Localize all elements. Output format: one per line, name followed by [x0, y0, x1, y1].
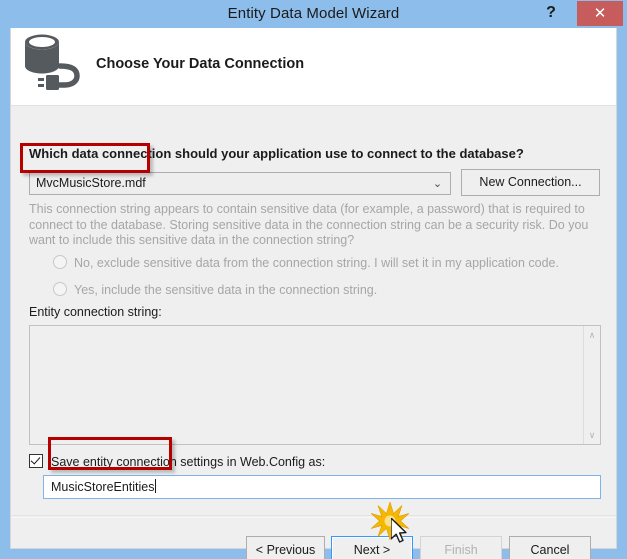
- save-settings-checkbox-row[interactable]: Save entity connection settings in Web.C…: [29, 454, 325, 470]
- finish-button[interactable]: Finish: [420, 536, 502, 559]
- help-icon[interactable]: ?: [537, 0, 565, 26]
- scroll-down-icon[interactable]: ∨: [584, 427, 600, 443]
- radio-icon: [53, 282, 67, 296]
- scroll-up-icon[interactable]: ∧: [584, 327, 600, 343]
- entities-name-value: MusicStoreEntities: [51, 480, 155, 494]
- entities-name-input[interactable]: MusicStoreEntities: [43, 475, 601, 499]
- textarea-scrollbar[interactable]: ∧ ∨: [583, 326, 600, 444]
- data-connection-value: MvcMusicStore.mdf: [36, 176, 146, 190]
- entity-connection-string-label: Entity connection string:: [29, 305, 162, 319]
- radio-include-sensitive-data[interactable]: Yes, include the sensitive data in the c…: [53, 281, 377, 299]
- cancel-button[interactable]: Cancel: [509, 536, 591, 559]
- new-connection-button[interactable]: New Connection...: [461, 169, 600, 196]
- wizard-header: Choose Your Data Connection: [11, 28, 616, 106]
- sensitive-data-description: This connection string appears to contai…: [29, 202, 589, 247]
- footer-separator-highlight: [11, 517, 616, 518]
- radio-exclude-sensitive-data[interactable]: No, exclude sensitive data from the conn…: [53, 254, 559, 272]
- chevron-down-icon[interactable]: ⌄: [431, 178, 444, 191]
- radio-icon: [53, 255, 67, 269]
- save-settings-label: Save entity connection settings in Web.C…: [51, 455, 326, 469]
- window-title: Entity Data Model Wizard: [227, 5, 400, 22]
- entity-data-model-wizard-window: Entity Data Model Wizard ? ✕ Choose Your…: [0, 0, 627, 559]
- radio-include-label: Yes, include the sensitive data in the c…: [74, 283, 378, 297]
- page-title: Choose Your Data Connection: [96, 56, 305, 72]
- title-bar[interactable]: Entity Data Model Wizard ? ✕: [0, 0, 627, 28]
- checkbox-icon[interactable]: [29, 454, 43, 468]
- close-icon[interactable]: ✕: [577, 1, 623, 26]
- previous-button[interactable]: < Previous: [246, 536, 325, 559]
- dialog-client-area: Choose Your Data Connection Which data c…: [10, 28, 617, 559]
- next-button[interactable]: Next >: [331, 536, 413, 559]
- radio-exclude-label: No, exclude sensitive data from the conn…: [74, 256, 559, 270]
- footer-separator: [11, 515, 616, 516]
- wizard-body: Which data connection should your applic…: [11, 106, 616, 559]
- connection-prompt-label: Which data connection should your applic…: [29, 146, 524, 161]
- data-connection-combobox[interactable]: MvcMusicStore.mdf ⌄: [29, 172, 451, 195]
- entity-connection-string-textarea[interactable]: ∧ ∨: [29, 325, 601, 445]
- text-caret: [154, 479, 156, 493]
- database-connection-icon: [21, 33, 93, 99]
